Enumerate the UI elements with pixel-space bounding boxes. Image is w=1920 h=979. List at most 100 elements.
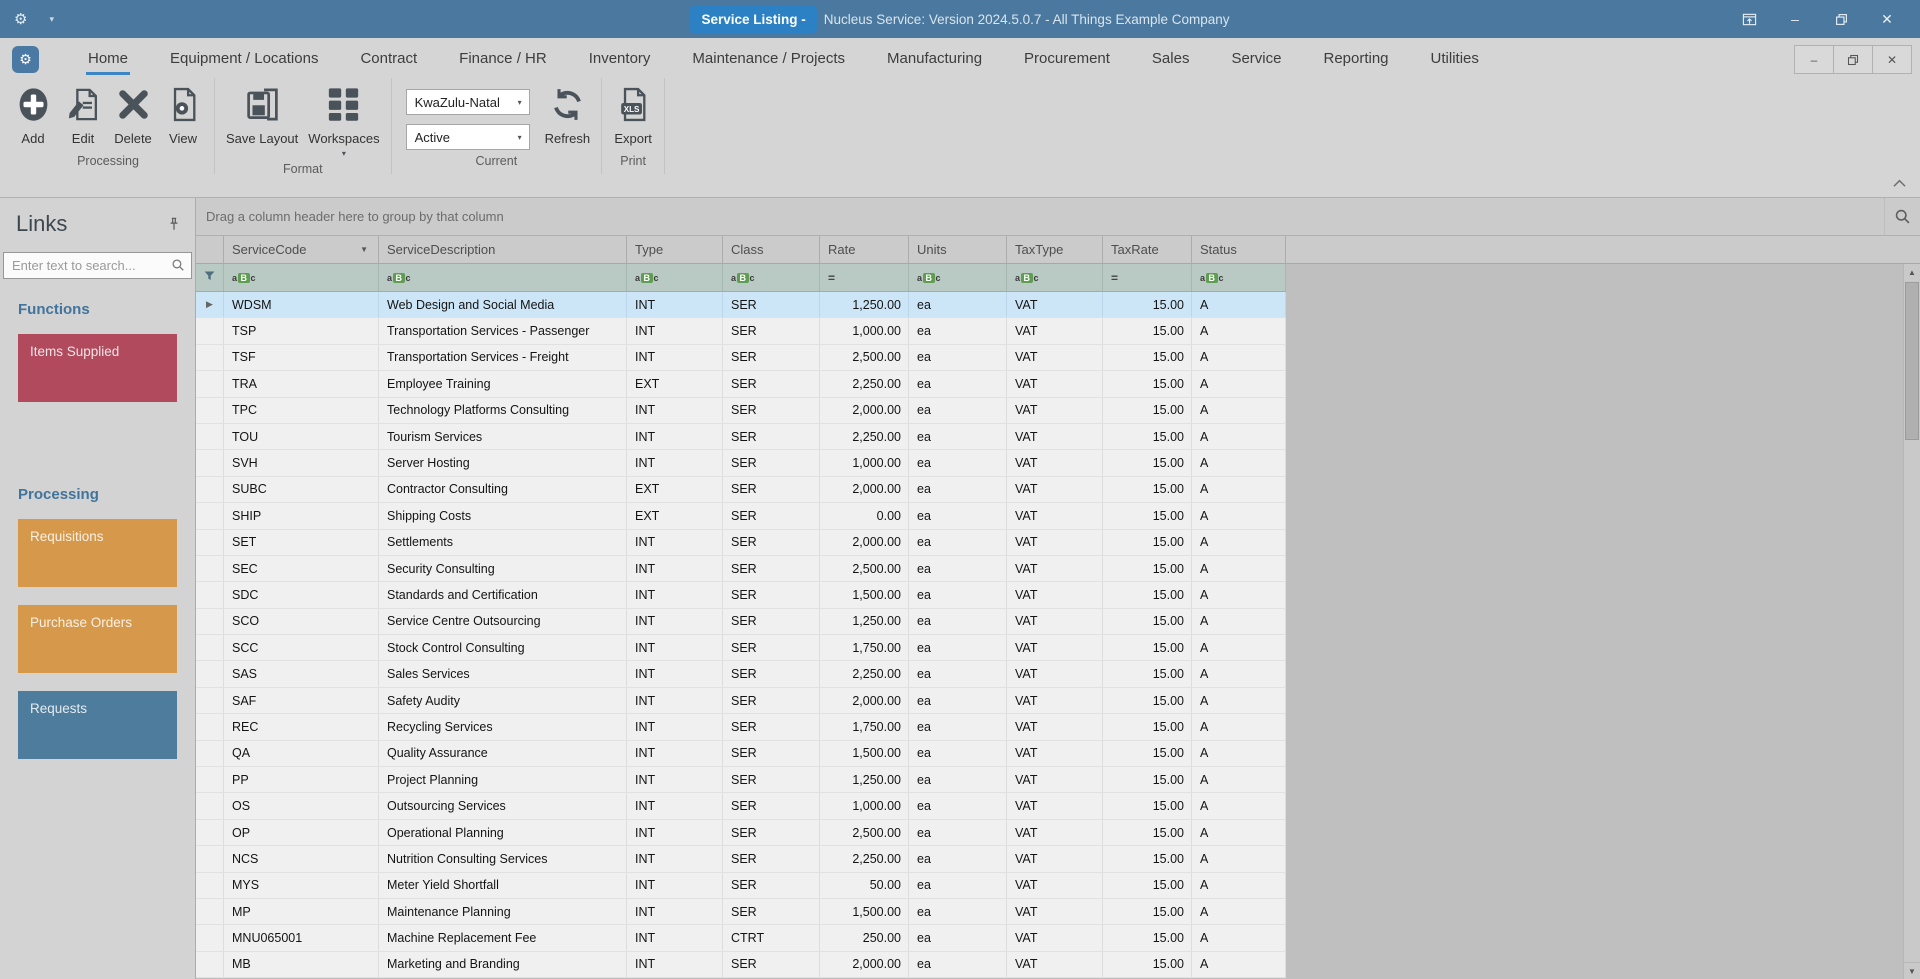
cell-units[interactable]: ea — [909, 397, 1007, 423]
cell-type[interactable]: INT — [627, 635, 723, 661]
cell-taxtype[interactable]: VAT — [1007, 423, 1103, 450]
cell-taxrate[interactable]: 15.00 — [1103, 635, 1192, 661]
cell-taxtype[interactable]: VAT — [1007, 819, 1103, 846]
cell-units[interactable]: ea — [909, 819, 1007, 846]
cell-taxtype[interactable]: VAT — [1007, 898, 1103, 925]
cell-units[interactable]: ea — [909, 529, 1007, 555]
cell-servicedescription[interactable]: Maintenance Planning — [379, 898, 627, 925]
cell-rate[interactable]: 1,500.00 — [820, 898, 909, 925]
tab-inventory[interactable]: Inventory — [568, 38, 672, 78]
row-indicator[interactable] — [196, 529, 224, 555]
cell-class[interactable]: SER — [723, 476, 820, 503]
cell-units[interactable]: ea — [909, 292, 1007, 318]
cell-class[interactable]: SER — [723, 898, 820, 925]
cell-class[interactable]: SER — [723, 714, 820, 740]
filter-cell-type[interactable]: aBc — [627, 264, 723, 291]
cell-taxtype[interactable]: VAT — [1007, 318, 1103, 344]
app-menu-caret-icon[interactable]: ▾ — [49, 14, 54, 25]
cell-servicecode[interactable]: WDSM — [224, 292, 379, 318]
cell-taxtype[interactable]: VAT — [1007, 687, 1103, 714]
cell-status[interactable]: A — [1192, 846, 1286, 872]
cell-taxrate[interactable]: 15.00 — [1103, 951, 1192, 978]
cell-class[interactable]: SER — [723, 740, 820, 767]
cell-taxtype[interactable]: VAT — [1007, 450, 1103, 476]
row-indicator[interactable] — [196, 450, 224, 476]
scrollbar-thumb[interactable] — [1905, 282, 1919, 440]
cell-servicecode[interactable]: SVH — [224, 450, 379, 476]
row-indicator[interactable] — [196, 793, 224, 819]
table-row[interactable]: SCO Service Centre Outsourcing INT SER 1,250… — [196, 608, 1286, 636]
cell-type[interactable]: INT — [627, 846, 723, 872]
cell-status[interactable]: A — [1192, 476, 1286, 503]
search-input[interactable] — [3, 252, 192, 279]
cell-class[interactable]: SER — [723, 529, 820, 555]
cell-units[interactable]: ea — [909, 846, 1007, 872]
cell-taxtype[interactable]: VAT — [1007, 371, 1103, 397]
cell-rate[interactable]: 2,000.00 — [820, 951, 909, 978]
cell-servicecode[interactable]: SEC — [224, 555, 379, 582]
cell-rate[interactable]: 250.00 — [820, 925, 909, 951]
vertical-scrollbar[interactable]: ▲ ▼ — [1903, 264, 1920, 979]
row-indicator[interactable] — [196, 397, 224, 423]
workspaces-button[interactable]: Workspaces ▾ — [303, 81, 384, 158]
cell-taxrate[interactable]: 15.00 — [1103, 608, 1192, 635]
cell-status[interactable]: A — [1192, 318, 1286, 344]
cell-servicedescription[interactable]: Outsourcing Services — [379, 793, 627, 819]
sidebar-item-items-supplied[interactable]: Items Supplied — [18, 334, 177, 402]
cell-units[interactable]: ea — [909, 714, 1007, 740]
table-row[interactable]: OS Outsourcing Services INT SER 1,000.00 ea VA… — [196, 793, 1286, 820]
tab-equipment-locations[interactable]: Equipment / Locations — [149, 38, 339, 78]
cell-class[interactable]: CTRT — [723, 925, 820, 951]
cell-status[interactable]: A — [1192, 635, 1286, 661]
cell-taxrate[interactable]: 15.00 — [1103, 582, 1192, 608]
table-row[interactable]: MNU065001 Machine Replacement Fee INT CTRT 2… — [196, 925, 1286, 952]
chevron-down-icon[interactable]: ▾ — [518, 98, 529, 107]
cell-servicecode[interactable]: SAS — [224, 661, 379, 687]
ribbon-gear-button[interactable]: ⚙ — [12, 45, 39, 73]
cell-taxtype[interactable]: VAT — [1007, 529, 1103, 555]
cell-servicedescription[interactable]: Recycling Services — [379, 714, 627, 740]
cell-status[interactable]: A — [1192, 661, 1286, 687]
table-row[interactable]: REC Recycling Services INT SER 1,750.00 ea VAT… — [196, 714, 1286, 741]
row-indicator[interactable] — [196, 344, 224, 371]
cell-taxtype[interactable]: VAT — [1007, 872, 1103, 898]
collapse-ribbon-chevron-icon[interactable] — [1893, 175, 1906, 193]
cell-type[interactable]: INT — [627, 767, 723, 793]
cell-servicecode[interactable]: PP — [224, 767, 379, 793]
tab-manufacturing[interactable]: Manufacturing — [866, 38, 1003, 78]
tab-maintenance-projects[interactable]: Maintenance / Projects — [671, 38, 866, 78]
cell-units[interactable]: ea — [909, 318, 1007, 344]
cell-class[interactable]: SER — [723, 661, 820, 687]
row-indicator[interactable] — [196, 582, 224, 608]
cell-rate[interactable]: 2,500.00 — [820, 819, 909, 846]
cell-servicedescription[interactable]: Quality Assurance — [379, 740, 627, 767]
column-header-taxtype[interactable]: TaxType — [1007, 236, 1103, 263]
cell-units[interactable]: ea — [909, 582, 1007, 608]
cell-taxtype[interactable]: VAT — [1007, 767, 1103, 793]
cell-taxrate[interactable]: 15.00 — [1103, 793, 1192, 819]
cell-taxtype[interactable]: VAT — [1007, 555, 1103, 582]
row-indicator[interactable] — [196, 740, 224, 767]
sidebar-item-requisitions[interactable]: Requisitions — [18, 519, 177, 587]
table-row[interactable]: MB Marketing and Branding INT SER 2,000.00 ea… — [196, 951, 1286, 979]
cell-units[interactable]: ea — [909, 793, 1007, 819]
cell-rate[interactable]: 1,000.00 — [820, 450, 909, 476]
filter-cell-units[interactable]: aBc — [909, 264, 1007, 291]
cell-units[interactable]: ea — [909, 951, 1007, 978]
edit-button[interactable]: Edit — [58, 81, 108, 146]
cell-servicecode[interactable]: MP — [224, 898, 379, 925]
cell-taxtype[interactable]: VAT — [1007, 793, 1103, 819]
cell-servicedescription[interactable]: Technology Platforms Consulting — [379, 397, 627, 423]
cell-taxrate[interactable]: 15.00 — [1103, 714, 1192, 740]
cell-servicecode[interactable]: TSF — [224, 344, 379, 371]
cell-taxtype[interactable]: VAT — [1007, 714, 1103, 740]
cell-servicedescription[interactable]: Settlements — [379, 529, 627, 555]
cell-status[interactable]: A — [1192, 292, 1286, 318]
view-button[interactable]: View — [158, 81, 208, 146]
cell-type[interactable]: INT — [627, 318, 723, 344]
cell-type[interactable]: INT — [627, 555, 723, 582]
cell-taxrate[interactable]: 15.00 — [1103, 318, 1192, 344]
cell-status[interactable]: A — [1192, 503, 1286, 529]
cell-taxtype[interactable]: VAT — [1007, 661, 1103, 687]
cell-servicecode[interactable]: OS — [224, 793, 379, 819]
